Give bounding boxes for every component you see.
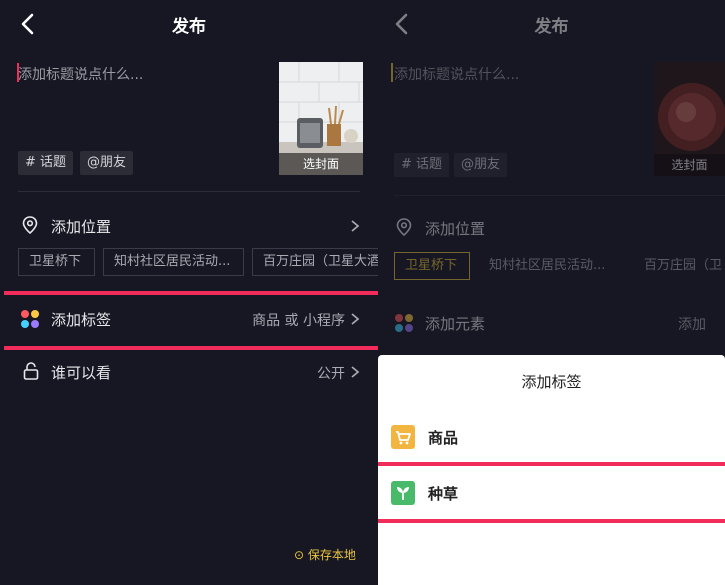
add-tag-label[interactable]: 添加标签 [51, 309, 111, 330]
sheet-title: 添加标签 [521, 373, 582, 391]
sheet-item-goods[interactable]: 商品 [378, 417, 725, 457]
seeding-label: 种草 [428, 485, 459, 503]
location-chip-3[interactable]: 百万庄园（卫星大酒 [252, 248, 378, 276]
chevron-right-icon[interactable] [349, 365, 361, 379]
page-title: 发布 [534, 17, 569, 37]
lock-icon [23, 362, 39, 380]
add-tag-sheet: 添加标签 商品 种草 [378, 355, 725, 585]
hashtag-chip[interactable]: # 话题 [18, 151, 74, 175]
location-chip-1[interactable]: 卫星桥下 [394, 252, 470, 280]
divider [18, 191, 360, 192]
mention-friends-chip[interactable]: @朋友 [454, 153, 508, 177]
chevron-right-icon[interactable] [349, 312, 361, 326]
goods-label: 商品 [428, 429, 459, 447]
location-pin-icon [22, 216, 38, 235]
location-chip-2[interactable]: 知村社区居民活动... [478, 252, 616, 280]
tag-value[interactable]: 商品 或 小程序 [200, 310, 345, 330]
select-cover-label[interactable]: 选封面 [654, 154, 725, 176]
add-element-label[interactable]: 添加元素 [425, 313, 485, 334]
page-title: 发布 [172, 17, 206, 37]
shopping-cart-icon [391, 425, 415, 449]
chevron-right-icon[interactable] [349, 219, 361, 233]
location-pin-icon [396, 218, 412, 237]
save-local-label: 保存本地 [307, 548, 356, 562]
publish-screen-left: 发布 添加标题说点什么... # 话题 @朋友 选封面 添加位置 卫星桥下 知村… [0, 0, 378, 585]
publish-screen-right: 发布 添加标题说点什么... # 话题 @朋友 选封面 添加位置 卫星桥下 知村… [378, 0, 725, 585]
highlight-line-top [378, 462, 725, 466]
hashtag-chip[interactable]: # 话题 [394, 153, 450, 177]
caption-input[interactable]: 添加标题说点什么... [394, 64, 519, 84]
add-location-label[interactable]: 添加位置 [51, 216, 111, 237]
visibility-value[interactable]: 公开 [270, 363, 345, 383]
divider [394, 195, 725, 196]
location-chip-2[interactable]: 知村社区居民活动... [103, 248, 244, 276]
highlight-line-bottom [378, 519, 725, 523]
mention-friends-chip[interactable]: @朋友 [80, 151, 134, 175]
location-chip-1[interactable]: 卫星桥下 [18, 248, 95, 276]
check-circle-icon: ⊙ [294, 548, 305, 562]
tag-dots-icon [20, 309, 40, 329]
sheet-item-seeding[interactable]: 种草 [378, 473, 725, 513]
caption-input[interactable]: 添加标题说点什么... [18, 64, 143, 84]
cover-thumbnail[interactable]: 选封面 [654, 62, 725, 176]
text-cursor [391, 63, 393, 82]
who-can-view-label[interactable]: 谁可以看 [51, 362, 111, 383]
select-cover-label[interactable]: 选封面 [279, 153, 363, 175]
element-dots-icon [394, 313, 414, 333]
sprout-icon [391, 481, 415, 505]
highlight-line-top [4, 291, 378, 295]
element-value[interactable]: 添加 [678, 314, 725, 334]
cover-thumbnail[interactable]: 选封面 [279, 62, 363, 175]
location-chip-3[interactable]: 百万庄园（卫 [633, 252, 725, 280]
highlight-line-bottom [4, 346, 378, 350]
save-local-button[interactable]: ⊙ 保存本地 [294, 546, 356, 563]
add-location-label[interactable]: 添加位置 [425, 218, 485, 239]
